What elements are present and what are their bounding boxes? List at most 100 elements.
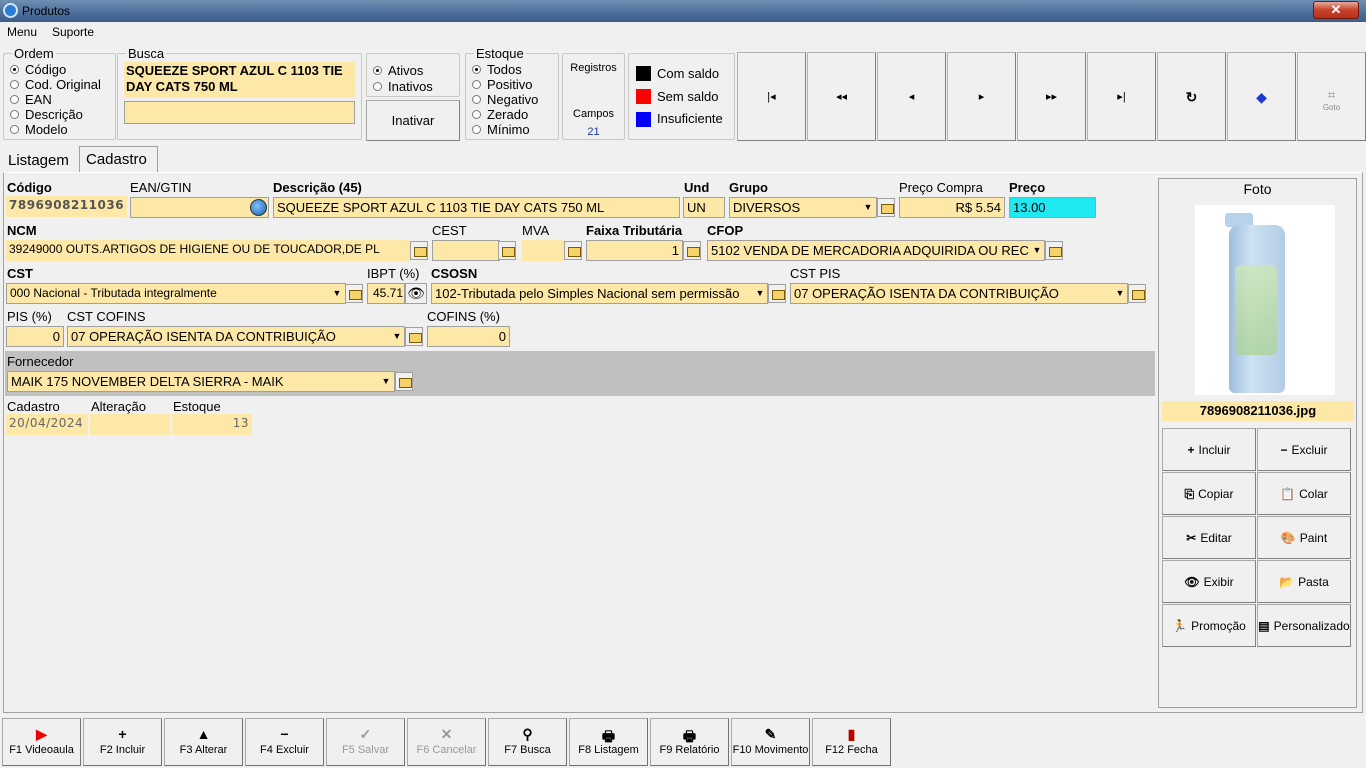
foto-button-label: Paint xyxy=(1299,531,1328,545)
estoque-option-todos[interactable]: Todos xyxy=(472,62,522,77)
tab-cadastro-box[interactable]: Cadastro xyxy=(79,146,158,172)
preco-compra-field[interactable]: R$ 5.54 xyxy=(899,197,1005,218)
foto-colar-button[interactable]: 📋 Colar xyxy=(1257,472,1351,515)
grupo-chevron-down-icon[interactable]: ▼ xyxy=(861,198,875,217)
foto-promoo-button[interactable]: 🏃 Promoção xyxy=(1162,604,1256,647)
nav-eraser-button[interactable]: ◆ xyxy=(1227,52,1296,141)
foto-excluir-button[interactable]: − Excluir xyxy=(1257,428,1351,471)
cfop-select[interactable]: 5102 VENDA DE MERCADORIA ADQUIRIDA OU RE… xyxy=(707,240,1045,261)
cst-pis-select[interactable]: 07 OPERAÇÃO ISENTA DA CONTRIBUIÇÃO xyxy=(790,283,1128,304)
foto-button-label: Personalizado xyxy=(1273,619,1350,633)
foto-button-label: Promoção xyxy=(1191,619,1246,633)
nav-last-button[interactable]: ▸| xyxy=(1087,52,1156,141)
check-icon: ✓ xyxy=(359,726,372,742)
nav-fast-forward-button[interactable]: ▸▸ xyxy=(1017,52,1086,141)
fornecedor-select[interactable]: MAIK 175 NOVEMBER DELTA SIERRA - MAIK xyxy=(7,371,395,392)
cst-select[interactable]: 000 Nacional - Tributada integralmente xyxy=(6,283,346,304)
radio-selected-icon xyxy=(472,65,481,74)
foto-personalizado-button[interactable]: ▤ Personalizado xyxy=(1257,604,1351,647)
radio-icon xyxy=(10,110,19,119)
grupo-select[interactable]: DIVERSOS xyxy=(729,197,877,218)
ordem-option-descricao[interactable]: Descrição xyxy=(10,107,83,122)
csosn-select[interactable]: 102-Tributada pelo Simples Nacional sem … xyxy=(431,283,768,304)
csosn-folder-icon[interactable] xyxy=(768,284,786,303)
nav-next-button[interactable]: ▸ xyxy=(947,52,1016,141)
ean-field[interactable] xyxy=(130,197,269,218)
footer-f5-button[interactable]: ✓ F5 Salvar xyxy=(326,718,405,766)
product-photo[interactable] xyxy=(1195,205,1335,395)
footer-f4-button[interactable]: − F4 Excluir xyxy=(245,718,324,766)
und-field[interactable]: UN xyxy=(683,197,725,218)
foto-pasta-button[interactable]: 📂 Pasta xyxy=(1257,560,1351,603)
tab-cadastro[interactable]: Cadastro xyxy=(86,151,147,168)
foto-paint-button[interactable]: 🎨 Paint xyxy=(1257,516,1351,559)
tab-listagem[interactable]: Listagem xyxy=(8,152,69,169)
cst-pis-folder-icon[interactable] xyxy=(1128,284,1146,303)
ncm-field[interactable]: 39249000 OUTS.ARTIGOS DE HIGIENE OU DE T… xyxy=(6,240,410,261)
footer-f12-button[interactable]: ▮ F12 Fecha xyxy=(812,718,891,766)
ordem-option-cod-original[interactable]: Cod. Original xyxy=(10,77,101,92)
footer-f7-button[interactable]: ⚲ F7 Busca xyxy=(488,718,567,766)
eye-icon[interactable]: 👁 xyxy=(405,283,427,304)
fornecedor-chevron-down-icon[interactable]: ▼ xyxy=(379,372,393,391)
foto-copiar-button[interactable]: ⎘ Copiar xyxy=(1162,472,1256,515)
menu-item-suporte[interactable]: Suporte xyxy=(52,25,94,39)
faixa-field[interactable]: 1 xyxy=(586,240,683,261)
inativar-button[interactable]: Inativar xyxy=(366,100,460,141)
footer-f8-button[interactable]: 🖶 F8 Listagem xyxy=(569,718,648,766)
nav-goto-button[interactable]: ⌗ Goto xyxy=(1297,52,1366,141)
fornecedor-folder-icon[interactable] xyxy=(395,372,413,391)
busca-input[interactable] xyxy=(124,101,355,124)
cofins-field[interactable]: 0 xyxy=(427,326,510,347)
faixa-folder-icon[interactable] xyxy=(683,241,701,260)
ordem-option-codigo[interactable]: Código xyxy=(10,62,66,77)
status-option-inativos[interactable]: Inativos xyxy=(373,79,433,94)
copy-icon: ⎘ xyxy=(1184,487,1195,501)
cst-cofins-select[interactable]: 07 OPERAÇÃO ISENTA DA CONTRIBUIÇÃO xyxy=(67,326,405,347)
globe-icon[interactable] xyxy=(250,199,267,216)
footer-f3-button[interactable]: ▲ F3 Alterar xyxy=(164,718,243,766)
cest-folder-icon[interactable] xyxy=(498,241,516,260)
ncm-folder-icon[interactable] xyxy=(410,241,428,260)
status-option-ativos[interactable]: Ativos xyxy=(373,63,423,78)
pis-field[interactable]: 0 xyxy=(6,326,64,347)
plus-icon: + xyxy=(118,726,127,742)
ordem-option-modelo[interactable]: Modelo xyxy=(10,122,68,137)
descricao-field[interactable]: SQUEEZE SPORT AZUL C 1103 TIE DAY CATS 7… xyxy=(273,197,680,218)
cest-field[interactable] xyxy=(432,240,500,261)
cfop-chevron-down-icon[interactable]: ▼ xyxy=(1030,241,1044,260)
cst-chevron-down-icon[interactable]: ▼ xyxy=(330,284,344,303)
cst-cofins-folder-icon[interactable] xyxy=(405,327,423,346)
close-button[interactable]: ✕ xyxy=(1313,1,1359,19)
menu-item-menu[interactable]: Menu xyxy=(7,25,37,39)
nav-refresh-button[interactable]: ↻ xyxy=(1157,52,1226,141)
csosn-chevron-down-icon[interactable]: ▼ xyxy=(753,284,767,303)
ibpt-field[interactable]: 45.71 xyxy=(367,283,405,304)
footer-f2-button[interactable]: + F2 Incluir xyxy=(83,718,162,766)
alteracao-label: Alteração xyxy=(91,399,146,414)
footer-f1-button[interactable]: ▶ F1 Videoaula xyxy=(2,718,81,766)
ordem-option-ean[interactable]: EAN xyxy=(10,92,52,107)
footer-f6-button[interactable]: ✕ F6 Cancelar xyxy=(407,718,486,766)
foto-incluir-button[interactable]: + Incluir xyxy=(1162,428,1256,471)
grupo-folder-icon[interactable] xyxy=(877,198,895,217)
foto-editar-button[interactable]: ✂ Editar xyxy=(1162,516,1256,559)
cst-folder-icon[interactable] xyxy=(345,284,363,303)
cfop-folder-icon[interactable] xyxy=(1045,241,1063,260)
estoque-option-zerado[interactable]: Zerado xyxy=(472,107,528,122)
footer-f9-button[interactable]: 🖶 F9 Relatório xyxy=(650,718,729,766)
cst-cofins-chevron-down-icon[interactable]: ▼ xyxy=(390,327,404,346)
nav-prev-button[interactable]: ◂ xyxy=(877,52,946,141)
nav-rewind-button[interactable]: ◂◂ xyxy=(807,52,876,141)
estoque-option-negativo[interactable]: Negativo xyxy=(472,92,538,107)
und-label: Und xyxy=(684,180,710,195)
cst-pis-chevron-down-icon[interactable]: ▼ xyxy=(1113,284,1127,303)
mva-field[interactable] xyxy=(522,240,564,261)
foto-exibir-button[interactable]: 👁 Exibir xyxy=(1162,560,1256,603)
estoque-option-minimo[interactable]: Mínimo xyxy=(472,122,530,137)
footer-f10-button[interactable]: ✎ F10 Movimento xyxy=(731,718,810,766)
estoque-option-positivo[interactable]: Positivo xyxy=(472,77,533,92)
nav-first-button[interactable]: |◂ xyxy=(737,52,806,141)
mva-folder-icon[interactable] xyxy=(564,241,582,260)
preco-field[interactable]: 13.00 xyxy=(1009,197,1096,218)
